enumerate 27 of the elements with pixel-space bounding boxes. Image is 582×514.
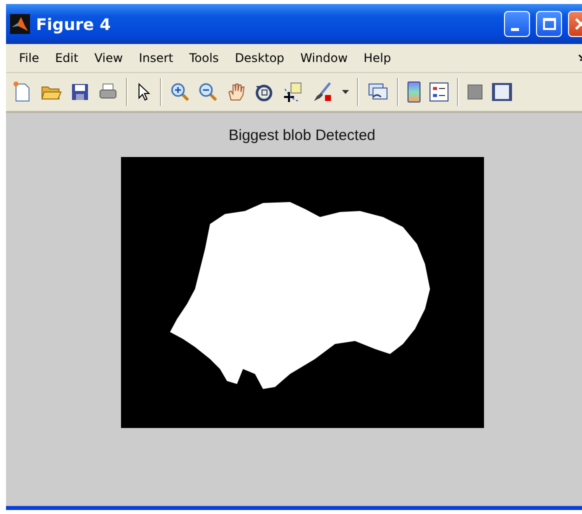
minimize-button[interactable] (504, 11, 530, 37)
legend-icon[interactable] (429, 82, 449, 102)
show-tools-icon[interactable] (491, 82, 513, 102)
hand-icon[interactable] (226, 82, 246, 102)
maximize-button[interactable] (536, 11, 562, 37)
zoom-out-icon[interactable] (198, 82, 218, 102)
menu-item[interactable]: Help (358, 51, 397, 65)
brush-icon[interactable] (312, 82, 334, 102)
data-cursor-icon[interactable] (282, 81, 304, 103)
menu-item[interactable]: File (13, 51, 46, 65)
menu-item[interactable]: Desktop (228, 51, 290, 65)
pointer-arrow-icon[interactable] (136, 82, 152, 102)
colorbar-icon[interactable] (407, 81, 421, 103)
menu-item[interactable]: View (88, 51, 129, 65)
zoom-in-icon[interactable] (170, 82, 190, 102)
linked-windows-icon[interactable] (367, 82, 389, 102)
menu-item[interactable]: Tools (183, 51, 225, 65)
dropdown-caret-icon[interactable] (342, 90, 349, 94)
rotate-icon[interactable] (254, 82, 274, 102)
new-file-icon[interactable] (12, 81, 32, 103)
plot-title: Biggest blob Detected (228, 127, 376, 146)
menu-item[interactable]: Insert (132, 51, 180, 65)
menu-item[interactable]: Window (294, 51, 354, 65)
app-logo-icon (10, 14, 30, 34)
hide-tools-icon[interactable] (467, 84, 483, 100)
menu-item[interactable]: Edit (49, 51, 84, 65)
window-title: Figure 4 (36, 14, 112, 34)
